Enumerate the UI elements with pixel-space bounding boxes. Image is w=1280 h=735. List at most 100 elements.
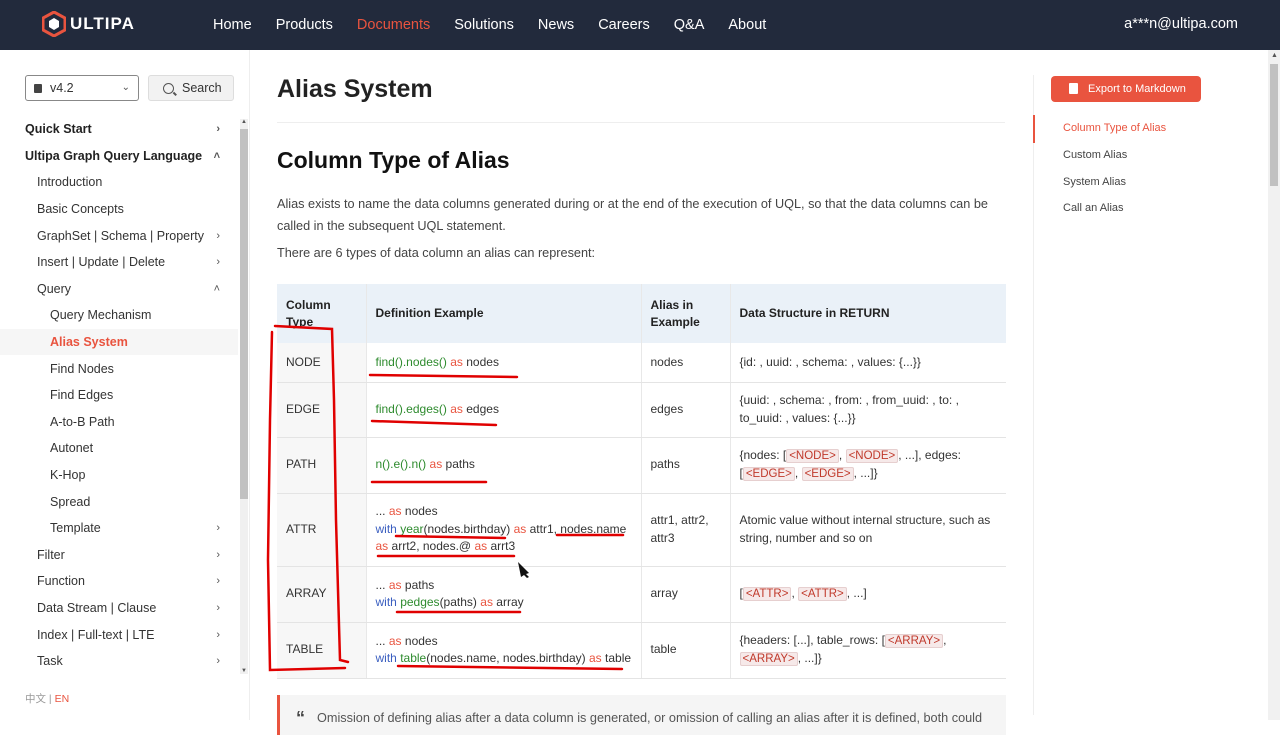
scroll-up-icon[interactable]: ▲ <box>1271 52 1278 59</box>
nav-documents[interactable]: Documents <box>345 17 442 33</box>
sidebar-item-label: Introduction <box>37 175 103 190</box>
alias-types-table: Column Type Definition Example Alias in … <box>277 284 1006 679</box>
lang-zh[interactable]: 中文 <box>25 693 46 705</box>
sidebar-item-filter[interactable]: Filter › <box>0 542 238 569</box>
sidebar-item-a-to-b-path[interactable]: A-to-B Path <box>0 409 238 436</box>
sidebar-item-spread[interactable]: Spread <box>0 488 238 515</box>
sidebar-item-label: Task <box>37 654 63 669</box>
page-scrollbar[interactable]: ▲ <box>1268 50 1280 720</box>
chevron-right-icon: › <box>216 575 220 588</box>
alias-cell: paths <box>640 437 730 494</box>
chevron-right-icon: › <box>216 256 220 269</box>
sidebar-scrollbar[interactable]: ▲ ▼ <box>240 119 248 674</box>
nav-news[interactable]: News <box>526 17 586 33</box>
code-alias: nodes <box>466 354 499 369</box>
nav-careers[interactable]: Careers <box>586 17 662 33</box>
nav-about[interactable]: About <box>716 17 778 33</box>
toc-item-system-alias[interactable]: System Alias <box>1063 176 1126 188</box>
user-account[interactable]: a***n@ultipa.com <box>1124 16 1238 32</box>
search-icon <box>163 82 174 94</box>
export-label: Export to Markdown <box>1088 83 1186 95</box>
code-line: with pedges(paths) as array <box>376 594 633 612</box>
sidebar-item-quick-start[interactable]: Quick Start › <box>0 116 238 143</box>
sidebar-item-find-nodes[interactable]: Find Nodes <box>0 355 238 382</box>
code-alias: edges <box>466 401 499 416</box>
code-text: (nodes.birthday) <box>423 521 511 536</box>
sidebar-item-index-full-text-lte[interactable]: Index | Full-text | LTE › <box>0 621 238 648</box>
code-keyword: as <box>450 354 463 369</box>
sidebar-item-autonet[interactable]: Autonet <box>0 435 238 462</box>
table-row: NODE find().nodes() as nodes nodes {id: … <box>277 343 1006 383</box>
alias-cell: nodes <box>640 343 730 383</box>
chevron-right-icon: › <box>216 123 220 136</box>
note-blockquote: “ Omission of defining alias after a dat… <box>277 695 1006 735</box>
page-title: Alias System <box>277 75 433 103</box>
doc-content: Alias System Column Type of Alias Alias … <box>277 50 1007 735</box>
ultipa-logo[interactable]: ULTIPA <box>42 11 135 37</box>
structure-cell: {id: , uuid: , schema: , values: {...}} <box>729 343 1006 383</box>
code-text: (paths) <box>439 595 477 609</box>
sidebar-item-insert-update-delete[interactable]: Insert | Update | Delete › <box>0 249 238 276</box>
sidebar-item-label: Find Nodes <box>50 361 114 376</box>
chevron-down-icon: ⌄ <box>121 82 130 93</box>
sidebar-item-function[interactable]: Function › <box>0 568 238 595</box>
nav-qa[interactable]: Q&A <box>662 17 717 33</box>
column-type-cell: ATTR <box>277 493 366 567</box>
structure-text: {nodes: [ <box>739 447 787 462</box>
code-keyword: as <box>429 457 443 472</box>
code-fn: year <box>400 521 424 536</box>
code-text: ... <box>375 633 386 648</box>
nav-products[interactable]: Products <box>264 17 345 33</box>
search-button[interactable]: Search <box>148 75 234 101</box>
sidebar-item-label: Quick Start <box>25 122 92 137</box>
version-select[interactable]: v4.2 ⌄ <box>25 75 139 101</box>
code-keyword: as <box>388 504 402 519</box>
structure-cell: {headers: [...], table_rows: [<ARRAY>, <… <box>729 622 1006 679</box>
sidebar-item-data-stream-clause[interactable]: Data Stream | Clause › <box>0 595 238 622</box>
sidebar-item-label: Data Stream | Clause <box>37 600 157 615</box>
sidebar-item-ultipa-graph-query-language[interactable]: Ultipa Graph Query Language ˄ <box>0 143 238 170</box>
code-line: ... as nodes <box>376 633 633 651</box>
sidebar-item-query[interactable]: Query ˄ <box>0 276 238 303</box>
code-keyword: as <box>388 577 402 592</box>
sidebar-item-k-hop[interactable]: K-Hop <box>0 462 238 489</box>
toc-item-custom-alias[interactable]: Custom Alias <box>1063 149 1127 161</box>
page-scroll-thumb[interactable] <box>1270 64 1278 186</box>
table-header-row: Column Type Definition Example Alias in … <box>277 284 1006 343</box>
toc-divider <box>1033 75 1034 715</box>
sidebar-item-label: K-Hop <box>50 468 86 483</box>
chevron-right-icon: › <box>216 628 220 641</box>
code-line: ... as nodes <box>376 503 633 521</box>
logo-icon <box>42 11 66 37</box>
code-alias: paths <box>445 457 475 472</box>
structure-sep: , <box>838 447 843 462</box>
alias-cell: array <box>640 566 730 623</box>
sidebar-item-task[interactable]: Task › <box>0 648 238 675</box>
structure-text: {headers: [...], table_rows: [ <box>739 632 885 647</box>
sidebar-item-query-mechanism[interactable]: Query Mechanism <box>0 302 238 329</box>
export-markdown-button[interactable]: Export to Markdown <box>1051 76 1201 102</box>
intro-paragraph: Alias exists to name the data columns ge… <box>277 197 988 233</box>
sidebar-item-basic-concepts[interactable]: Basic Concepts <box>0 196 238 223</box>
nav-home[interactable]: Home <box>201 17 264 33</box>
sidebar-item-template[interactable]: Template › <box>0 515 238 542</box>
structure-text: , ...] <box>846 585 867 600</box>
table-row: EDGE find().edges() as edges edges {uuid… <box>277 382 1006 438</box>
toc-item-call-alias[interactable]: Call an Alias <box>1063 202 1124 214</box>
sidebar-item-find-edges[interactable]: Find Edges <box>0 382 238 409</box>
chevron-up-icon: ˄ <box>213 149 220 162</box>
sidebar-scroll-thumb[interactable] <box>240 129 248 499</box>
scroll-down-icon[interactable]: ▼ <box>241 668 247 674</box>
code-line: with year(nodes.birthday) as attr1, node… <box>376 521 633 539</box>
chevron-right-icon: › <box>216 601 220 614</box>
sidebar-item-introduction[interactable]: Introduction <box>0 169 238 196</box>
language-switcher: 中文 | EN <box>25 691 69 706</box>
nav-solutions[interactable]: Solutions <box>442 17 526 33</box>
code-keyword: as <box>513 521 527 536</box>
toc-item-column-type[interactable]: Column Type of Alias <box>1063 122 1166 134</box>
sidebar-item-graphset-schema-property[interactable]: GraphSet | Schema | Property › <box>0 222 238 249</box>
lang-en[interactable]: EN <box>55 693 70 705</box>
sidebar-item-alias-system[interactable]: Alias System <box>0 328 238 356</box>
version-icon <box>34 83 42 93</box>
scroll-up-icon[interactable]: ▲ <box>241 119 247 125</box>
